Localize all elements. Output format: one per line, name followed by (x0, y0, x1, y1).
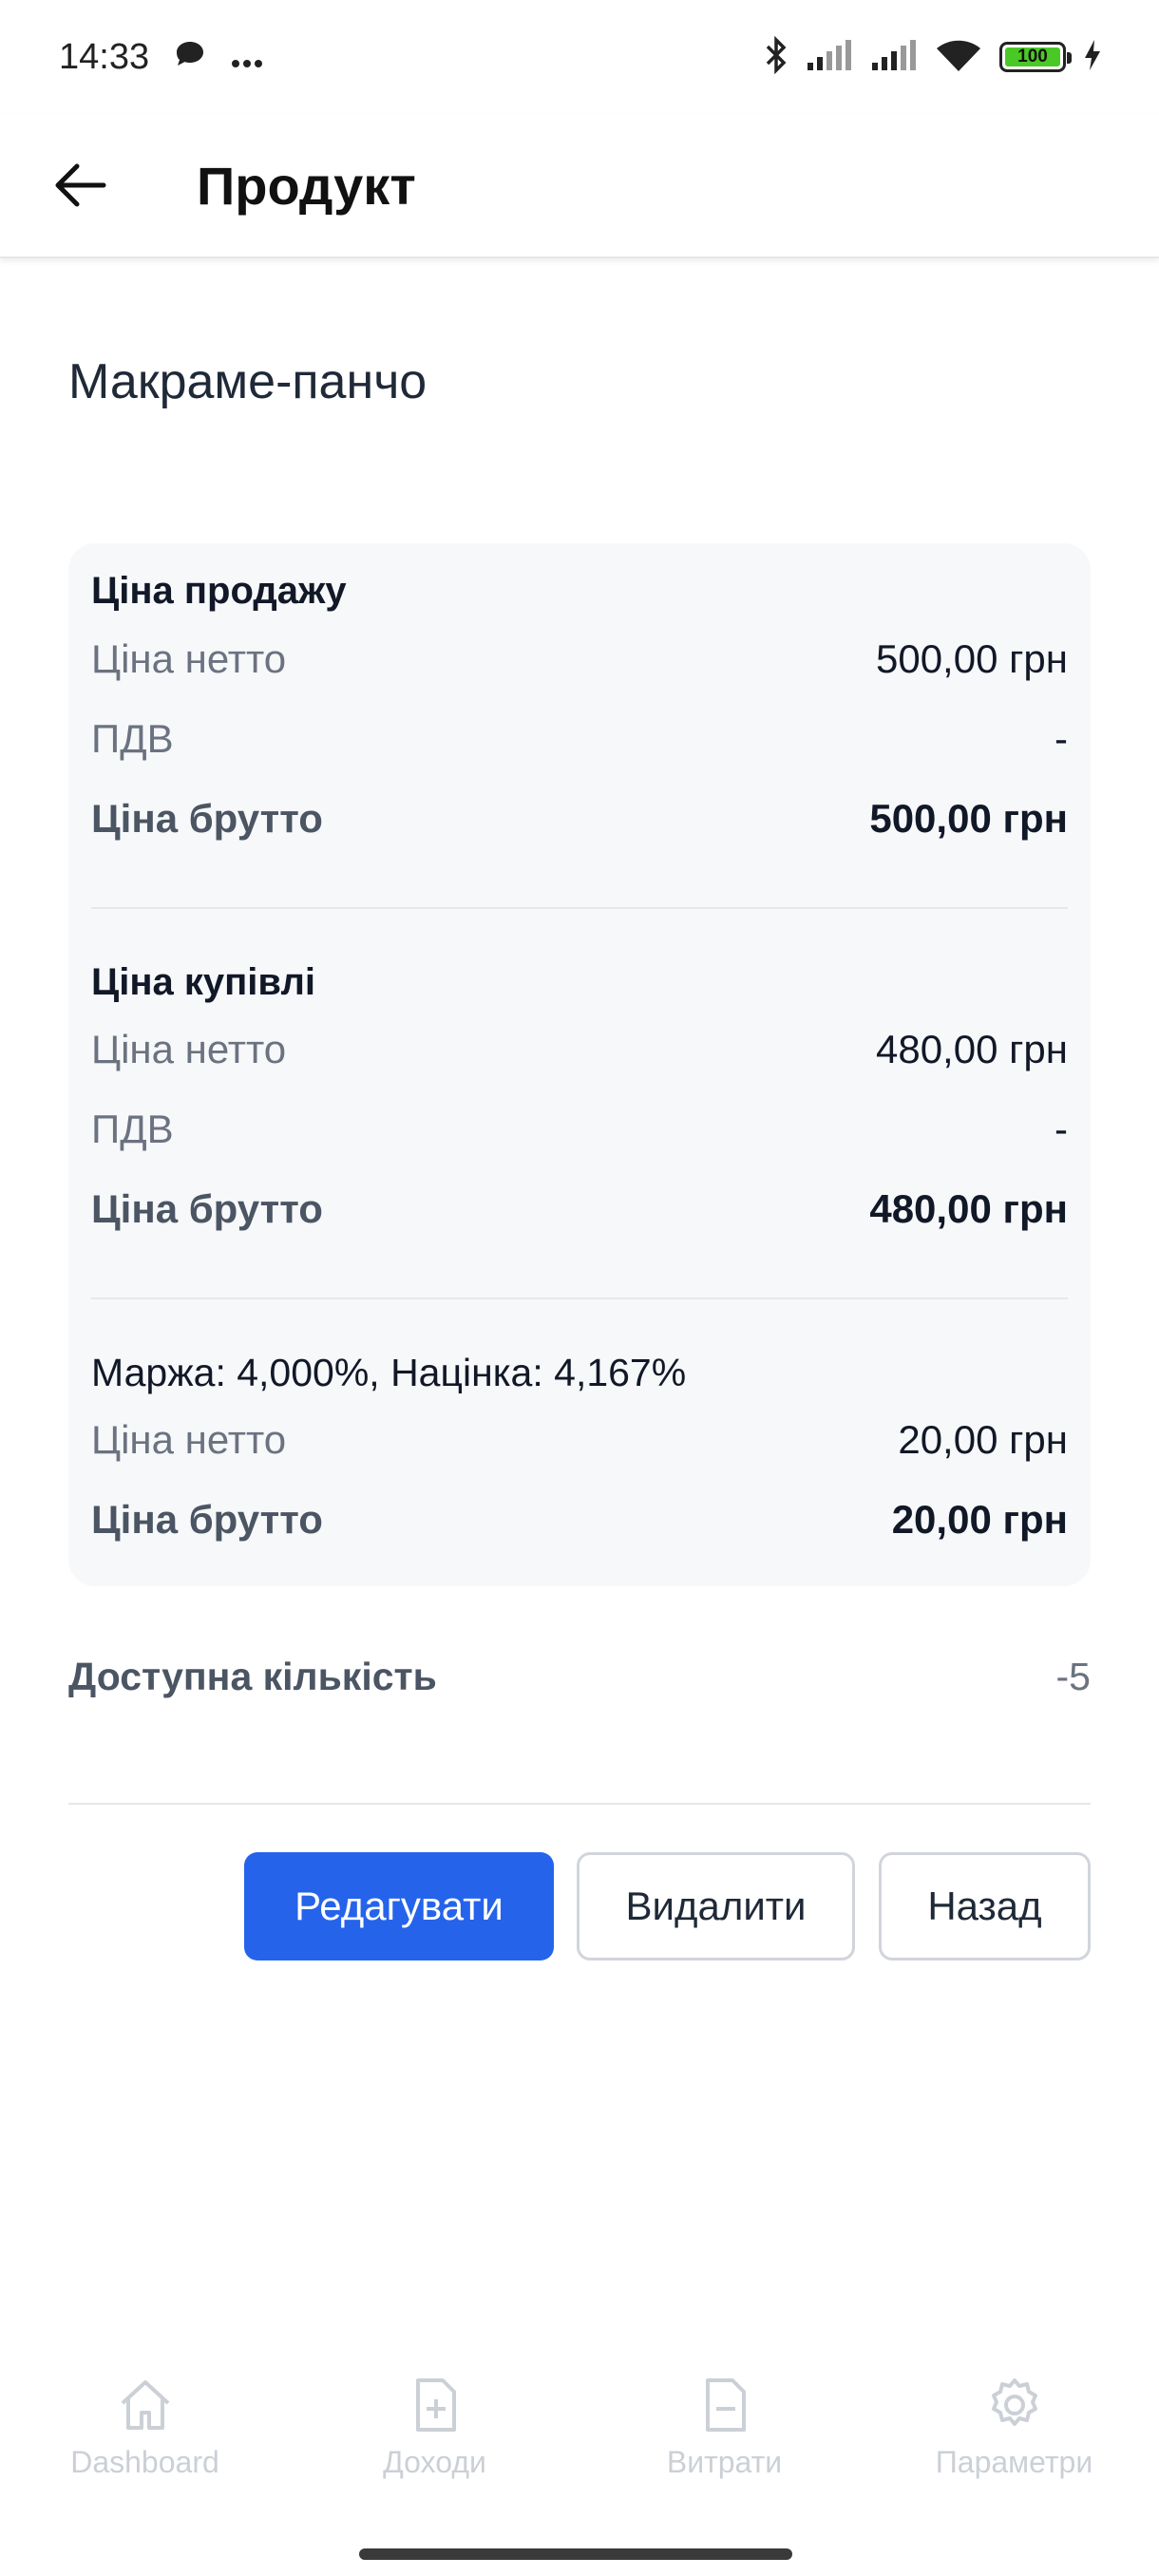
nav-label-settings: Параметри (935, 2445, 1093, 2479)
purchase-vat-row: ПДВ - (91, 1107, 1068, 1152)
battery-level: 100 (1005, 47, 1060, 66)
sale-net-label: Ціна нетто (91, 636, 287, 681)
sale-price-title: Ціна продажу (91, 570, 347, 612)
status-time: 14:33 (59, 36, 150, 77)
available-quantity-label: Доступна кількість (68, 1655, 437, 1698)
margin-net-row: Ціна нетто 20,00 грн (91, 1417, 1068, 1463)
file-minus-icon (705, 2378, 746, 2432)
margin-gross-value: 20,00 грн (891, 1497, 1068, 1542)
file-plus-icon (415, 2378, 456, 2432)
product-name: Макраме-панчо (68, 354, 428, 409)
charging-icon (1083, 39, 1102, 76)
sale-vat-value: - (1054, 716, 1068, 761)
margin-net-label: Ціна нетто (91, 1417, 287, 1462)
purchase-gross-value: 480,00 грн (869, 1186, 1068, 1231)
sale-net-row: Ціна нетто 500,00 грн (91, 636, 1068, 682)
nav-label-expenses: Витрати (666, 2445, 783, 2479)
price-card: Ціна продажу Ціна нетто 500,00 грн ПДВ -… (68, 543, 1091, 1586)
divider (68, 1803, 1091, 1805)
sale-gross-label: Ціна брутто (91, 796, 323, 841)
purchase-vat-label: ПДВ (91, 1107, 174, 1151)
margin-gross-row: Ціна брутто 20,00 грн (91, 1497, 1068, 1543)
sale-vat-label: ПДВ (91, 716, 174, 761)
signal-icon-2 (870, 38, 918, 77)
back-arrow-button[interactable] (43, 147, 119, 223)
purchase-vat-value: - (1054, 1107, 1068, 1151)
divider (91, 1297, 1068, 1299)
nav-label-income: Доходи (383, 2445, 486, 2479)
sale-net-value: 500,00 грн (875, 636, 1068, 681)
page-title: Продукт (197, 155, 416, 216)
wifi-icon (935, 37, 982, 78)
edit-button[interactable]: Редагувати (244, 1852, 554, 1960)
nav-item-expenses[interactable]: Витрати (580, 2375, 869, 2508)
nav-item-income[interactable]: Доходи (290, 2375, 580, 2508)
bluetooth-icon (764, 35, 788, 79)
available-quantity-row: Доступна кількість -5 (68, 1655, 1091, 1699)
status-bar: 14:33 100 (0, 0, 1159, 114)
sale-gross-row: Ціна брутто 500,00 грн (91, 796, 1068, 842)
purchase-price-title: Ціна купівлі (91, 961, 315, 1003)
home-indicator[interactable] (359, 2548, 792, 2560)
divider (91, 907, 1068, 909)
home-icon (121, 2380, 169, 2430)
nav-item-dashboard[interactable]: Dashboard (0, 2375, 290, 2508)
purchase-net-value: 480,00 грн (875, 1027, 1068, 1071)
battery-icon: 100 (999, 42, 1072, 72)
back-button[interactable]: Назад (879, 1852, 1091, 1960)
signal-icon (806, 38, 853, 77)
available-quantity-value: -5 (1055, 1655, 1091, 1698)
purchase-gross-row: Ціна брутто 480,00 грн (91, 1186, 1068, 1232)
purchase-net-row: Ціна нетто 480,00 грн (91, 1027, 1068, 1072)
sale-vat-row: ПДВ - (91, 716, 1068, 762)
margin-gross-label: Ціна брутто (91, 1497, 323, 1542)
delete-button[interactable]: Видалити (577, 1852, 855, 1960)
bottom-nav: Dashboard Доходи Витрати Параметри (0, 2375, 1159, 2508)
margin-net-value: 20,00 грн (898, 1417, 1068, 1462)
purchase-gross-label: Ціна брутто (91, 1186, 323, 1231)
purchase-net-label: Ціна нетто (91, 1027, 287, 1071)
margin-summary: Маржа: 4,000%, Націнка: 4,167% (91, 1351, 687, 1394)
sale-gross-value: 500,00 грн (869, 796, 1068, 841)
chat-notification-icon (174, 37, 206, 78)
nav-item-settings[interactable]: Параметри (869, 2375, 1159, 2508)
more-notifications-icon (231, 37, 263, 78)
gear-icon (991, 2378, 1037, 2426)
arrow-left-icon (55, 163, 106, 207)
nav-label-dashboard: Dashboard (70, 2445, 219, 2479)
app-bar: Продукт (0, 114, 1159, 258)
